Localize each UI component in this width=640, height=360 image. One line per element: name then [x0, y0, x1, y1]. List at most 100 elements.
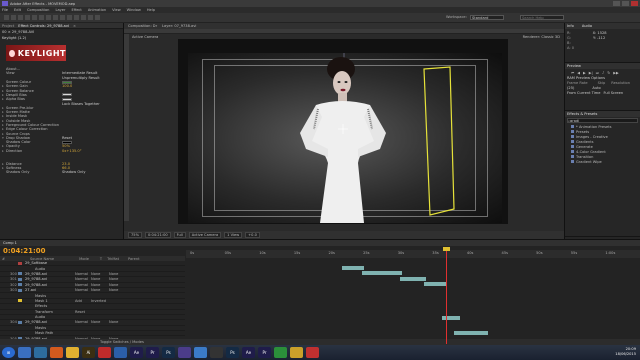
layer-parent[interactable]: None	[109, 288, 118, 292]
close-button[interactable]	[631, 1, 638, 6]
pen-tool-icon[interactable]	[53, 15, 58, 20]
resolution-value[interactable]: Auto	[592, 86, 600, 90]
label-color-swatch[interactable]	[18, 272, 22, 276]
taskbar-app-icon[interactable]	[98, 347, 111, 358]
property-value[interactable]: 100.0	[62, 84, 72, 88]
layer-bar[interactable]	[342, 266, 364, 270]
label-color-swatch[interactable]	[18, 326, 22, 329]
property-value[interactable]: Unpremultiply Result	[62, 76, 100, 80]
layer-trkmat[interactable]: None	[91, 288, 109, 292]
label-color-swatch[interactable]	[18, 310, 22, 313]
audio-panel-tab[interactable]: Audio	[582, 24, 592, 28]
composition-canvas[interactable]	[178, 39, 508, 224]
label-color-swatch[interactable]	[18, 332, 22, 335]
maximize-button[interactable]	[622, 1, 629, 6]
ram-preview-icon[interactable]: ▶▶	[613, 71, 619, 75]
pan-behind-tool-icon[interactable]	[39, 15, 44, 20]
color-swatch[interactable]	[62, 97, 72, 101]
search-help-input[interactable]: Search Help	[520, 15, 564, 20]
time-ruler[interactable]: 0s 05s 10s 15s 20s 25s 30s 35s 40s 45s 50s 55s 1:00s	[186, 250, 640, 258]
start-button[interactable]: ⊞	[2, 347, 15, 358]
mask-tool-icon[interactable]	[46, 15, 51, 20]
color-swatch[interactable]	[62, 140, 72, 144]
layer-bar[interactable]	[442, 316, 460, 320]
label-color-swatch[interactable]	[18, 277, 22, 281]
layer-bar[interactable]	[424, 282, 446, 286]
layer-parent[interactable]: None	[109, 272, 118, 276]
taskbar-app-icon[interactable]: Pr	[146, 347, 159, 358]
taskbar-app-icon[interactable]	[178, 347, 191, 358]
menu-edit[interactable]: Edit	[14, 8, 21, 12]
timeline-tab[interactable]: Comp 1	[0, 240, 640, 246]
layer-parent[interactable]: None	[109, 277, 118, 281]
effects-presets-title[interactable]: Effects & Presets	[567, 112, 597, 116]
tab-project[interactable]: Project	[2, 24, 14, 28]
menu-help[interactable]: Help	[147, 8, 155, 12]
layer-mode[interactable]: Reset	[75, 310, 91, 314]
current-time-display[interactable]: 0:04:21:00	[145, 232, 171, 238]
taskbar-app-icon[interactable]: Ps	[162, 347, 175, 358]
brush-tool-icon[interactable]	[67, 15, 72, 20]
effect-property-row[interactable]: Shadow Only Shadow Only	[2, 170, 122, 174]
taskbar-app-icon[interactable]	[194, 347, 207, 358]
menu-window[interactable]: Window	[127, 8, 141, 12]
selection-tool-icon[interactable]	[4, 15, 9, 20]
info-panel-title[interactable]: Info	[567, 24, 574, 28]
taskbar-app-icon[interactable]	[66, 347, 79, 358]
camera-tool-icon[interactable]	[32, 15, 37, 20]
loop-icon[interactable]: ↻	[607, 71, 610, 75]
magnification-select[interactable]: 75%	[128, 232, 142, 238]
menu-view[interactable]: View	[112, 8, 121, 12]
effects-search-input[interactable]: gradi	[570, 119, 579, 122]
puppet-tool-icon[interactable]	[95, 15, 100, 20]
taskbar-app-icon[interactable]: Ai	[82, 347, 95, 358]
color-swatch[interactable]	[62, 80, 72, 84]
taskbar-app-icon[interactable]	[50, 347, 63, 358]
taskbar-app-icon[interactable]: Ps	[226, 347, 239, 358]
layer-bar[interactable]	[362, 271, 402, 275]
first-frame-icon[interactable]: ⏮	[571, 71, 574, 75]
layer-trkmat[interactable]: Inverted	[91, 299, 109, 303]
taskbar-app-icon[interactable]: Pr	[258, 347, 271, 358]
eraser-tool-icon[interactable]	[81, 15, 86, 20]
tab-composition[interactable]: Composition: Dr	[128, 24, 157, 28]
from-current-time-checkbox[interactable]: From Current Time	[567, 91, 600, 95]
label-color-swatch[interactable]	[18, 283, 22, 287]
label-color-swatch[interactable]	[18, 294, 22, 297]
menu-effect[interactable]: Effect	[71, 8, 81, 12]
next-frame-icon[interactable]: ▶|	[589, 71, 593, 75]
property-value[interactable]: 0x+135.0°	[62, 149, 82, 153]
camera-view-select[interactable]: Active Camera	[188, 232, 222, 238]
layer-trkmat[interactable]: None	[91, 320, 109, 324]
label-color-swatch[interactable]	[18, 299, 22, 303]
prev-frame-icon[interactable]: ◀	[577, 71, 580, 75]
effect-name[interactable]: Keylight (1.2)	[0, 35, 123, 41]
frame-rate-value[interactable]: (25)	[567, 86, 574, 90]
ram-preview-options[interactable]: RAM Preview Options	[567, 76, 605, 80]
taskbar-app-icon[interactable]: Ae	[130, 347, 143, 358]
audio-icon[interactable]: ♪	[602, 71, 604, 75]
col-source-name[interactable]: Source Name	[30, 257, 54, 261]
rotate-tool-icon[interactable]	[25, 15, 30, 20]
property-value[interactable]: Lock Biases Together	[62, 102, 100, 106]
clone-tool-icon[interactable]	[74, 15, 79, 20]
label-color-swatch[interactable]	[18, 316, 22, 319]
tab-layer[interactable]: Layer: 07_9738.avi	[162, 24, 196, 28]
play-icon[interactable]: ▶	[583, 71, 586, 75]
tab-effect-controls[interactable]: Effect Controls: 29_9788.avi	[18, 24, 69, 28]
taskbar-app-icon[interactable]	[306, 347, 319, 358]
taskbar-app-icon[interactable]	[274, 347, 287, 358]
taskbar-app-icon[interactable]: Ae	[242, 347, 255, 358]
minimize-button[interactable]	[613, 1, 620, 6]
layer-parent[interactable]: None	[109, 283, 118, 287]
effects-list-item[interactable]: Gradient Wipe	[567, 159, 638, 164]
hand-tool-icon[interactable]	[11, 15, 16, 20]
layer-mode[interactable]: Add	[75, 299, 91, 303]
full-screen-checkbox[interactable]: Full Screen	[603, 91, 623, 95]
layer-parent[interactable]: None	[109, 320, 118, 324]
playhead-handle[interactable]	[443, 247, 450, 251]
layer-trkmat[interactable]: None	[91, 277, 109, 281]
taskbar-app-icon[interactable]	[114, 347, 127, 358]
view-layout-select[interactable]: 1 View	[224, 232, 243, 238]
property-value[interactable]: Reset	[62, 136, 72, 140]
